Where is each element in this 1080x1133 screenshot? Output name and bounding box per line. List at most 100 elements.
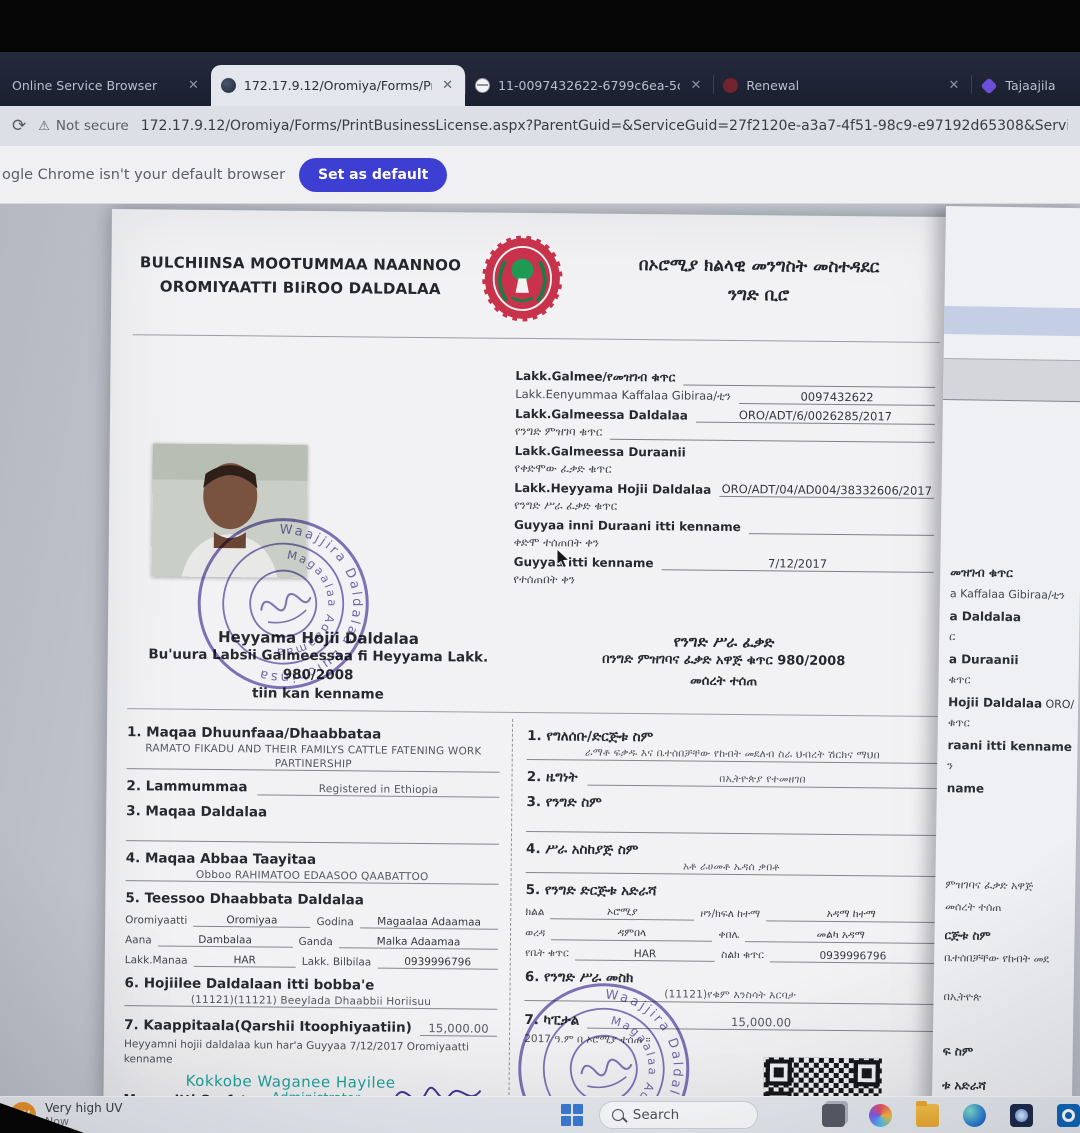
field-value: (11121)(11121) Beeylada Dhaabbii Horiisu… bbox=[124, 993, 497, 1010]
registration-label: Guyyaa inni Duraani itti kenname bbox=[514, 517, 749, 533]
fragment-text: መሰረት ተሰጠ bbox=[945, 900, 1002, 915]
registration-label: የንግድ ምዝገባ ቁጥር bbox=[515, 424, 610, 440]
field-label: 4. ሥራ አስከያጅ ስም bbox=[526, 841, 937, 861]
field-label: 4. Maqaa Abbaa Taayitaa bbox=[126, 850, 499, 870]
field-label: 5. Teessoo Dhaabbata Daldalaa bbox=[125, 890, 498, 910]
registration-label: Lakk.Eenyummaa Kaffalaa Gibiraa/ቲን bbox=[515, 387, 739, 404]
photos-app-icon[interactable] bbox=[1010, 1104, 1033, 1127]
registration-value: ORO/ADT/04/AD004/38332606/2017 bbox=[719, 481, 934, 498]
field-label: 1. Maqaa Dhuunfaaa/Dhaabbataa bbox=[127, 724, 500, 744]
field-label: 2. ዜግነት bbox=[527, 769, 578, 785]
address-label: Aana bbox=[125, 934, 152, 946]
fragment-text: a Daldalaa bbox=[949, 609, 1021, 624]
oromo-column: 1. Maqaa Dhuunfaaa/Dhaabbataa RAMATO FIK… bbox=[123, 715, 512, 1096]
address-label: Lakk.Manaa bbox=[125, 954, 188, 967]
fragment-line: raani itti kenname bbox=[947, 730, 1073, 753]
stamp-arc-text: Waajjira Daldalaa Bulchinsa bbox=[538, 974, 700, 1096]
address-row: Lakk.Manaa HAR Lakk. Bilbilaa 0939996796 bbox=[125, 953, 498, 970]
security-label: Not secure bbox=[56, 118, 129, 134]
fragment-line: ር bbox=[949, 623, 1075, 646]
security-indicator[interactable]: ⚠ Not secure bbox=[38, 118, 128, 134]
start-button[interactable] bbox=[561, 1104, 583, 1126]
tab-tajaajila[interactable]: Tajaajila bbox=[971, 65, 1080, 106]
tab-close-icon[interactable]: ✕ bbox=[688, 78, 703, 93]
svg-text:Waajjira Daldalaa Bulchinsa: Waajjira Daldalaa Bulchinsa bbox=[213, 508, 379, 696]
office-stamp-icon: Waajjira Daldalaa Bulchinsa Magaalaa Ada… bbox=[187, 508, 379, 700]
oromia-trade-bureau-logo-icon bbox=[479, 231, 566, 327]
address-value: Magaalaa Adaamaa bbox=[360, 915, 499, 929]
fragment-text: ፍ ስም bbox=[943, 1044, 974, 1059]
field-row: 2. ዜግነት በኢትዮጵያ የተመዘገበ bbox=[527, 769, 938, 789]
fragment-text: ቁጥር bbox=[948, 673, 970, 687]
address-label: ዞን/ክፍለ ከተማ bbox=[700, 907, 760, 921]
outlook-icon[interactable] bbox=[1057, 1104, 1080, 1127]
globe-favicon bbox=[221, 78, 236, 93]
tab-close-icon[interactable]: ✕ bbox=[440, 78, 455, 93]
address-label: Ganda bbox=[298, 935, 332, 947]
page-content: BULCHIINSA MOOTUMMAA NAANNOO OROMIYAATTI… bbox=[0, 204, 1080, 1096]
address-value: HAR bbox=[194, 953, 296, 967]
infobar-message: ogle Chrome isn't your default browser bbox=[2, 167, 285, 183]
fragment-line: name bbox=[947, 773, 1073, 796]
windows-taskbar: UV Very high UV Now Search bbox=[0, 1096, 1080, 1133]
fragment-lines: መዝገብ ቁጥር a Kaffalaa Gibiraa/ቲን a Daldala… bbox=[942, 558, 1077, 1096]
stamp-arc-text: Waajjira Daldalaa Bulchinsa bbox=[213, 508, 379, 696]
address-row: ወረዳ ዳምበላ ቀበሌ መልካ አዳማ bbox=[525, 926, 936, 944]
taskbar-search[interactable]: Search bbox=[599, 1101, 758, 1129]
fragment-line: በኢትዮጵ bbox=[943, 983, 1069, 1006]
address-row: የቤት ቁጥር HAR ስልክ ቁጥር 0939996796 bbox=[525, 947, 936, 964]
document-header: BULCHIINSA MOOTUMMAA NAANNOO OROMIYAATTI… bbox=[111, 209, 963, 330]
fragment-line: መዝገብ ቁጥር bbox=[950, 558, 1076, 581]
task-view-icon[interactable] bbox=[822, 1104, 845, 1127]
fragment-text: ቱ አድራሻ bbox=[942, 1078, 986, 1094]
address-label: Godina bbox=[317, 916, 354, 928]
address-label: Lakk. Bilbilaa bbox=[302, 956, 372, 969]
tab-close-icon[interactable]: ✕ bbox=[186, 78, 201, 93]
address-row: ክልል ኦሮሚያ ዞን/ክፍለ ከተማ አዳማ ከተማ bbox=[525, 905, 936, 923]
tab-label: Online Service Browser bbox=[12, 78, 178, 93]
tab-close-icon[interactable]: ✕ bbox=[947, 78, 962, 93]
fragment-text: a Kaffalaa Gibiraa/ቲን bbox=[950, 587, 1065, 603]
tab-renewal[interactable]: Renewal ✕ bbox=[713, 65, 971, 106]
qr-code bbox=[763, 1057, 882, 1096]
office-stamp-icon: Waajjira Daldalaa Bulchinsa Magaalaa Ada… bbox=[508, 973, 700, 1096]
address-value: 0939996796 bbox=[377, 955, 498, 969]
registration-numbers-block: Lakk.Galmee/የመዝገብ ቁጥር Lakk.Eenyummaa Kaf… bbox=[513, 365, 935, 591]
tab-print-business-license[interactable]: 172.17.9.12/Oromiya/Forms/Pr ✕ bbox=[211, 65, 465, 106]
address-value: Malka Adaamaa bbox=[339, 935, 498, 950]
qr-finder bbox=[766, 1059, 792, 1085]
tab-online-service-browser[interactable]: Online Service Browser ✕ bbox=[2, 65, 211, 106]
address-bar[interactable]: 172.17.9.12/Oromiya/Forms/PrintBusinessL… bbox=[141, 118, 1068, 134]
tab-label: Renewal bbox=[746, 78, 938, 93]
fragment-line: a Daldalaa bbox=[949, 601, 1075, 624]
globe-favicon bbox=[475, 78, 490, 93]
monitor-bezel-top bbox=[0, 0, 1080, 52]
address-value: ኦሮሚያ bbox=[550, 905, 694, 920]
officer-signature-block: Kokkobe Waganee Hayilee Maqaa Itti Gaafa… bbox=[123, 1069, 497, 1096]
mouse-cursor-icon bbox=[556, 548, 574, 568]
search-label: Search bbox=[633, 1107, 679, 1123]
address-value: Dambalaa bbox=[158, 933, 293, 947]
photographed-screen: Online Service Browser ✕ 172.17.9.12/Oro… bbox=[0, 0, 1080, 1133]
fragment-line: a Kaffalaa Gibiraa/ቲን bbox=[950, 580, 1076, 603]
registration-label: የቀድሞው ፈቃድ ቁጥር bbox=[514, 461, 619, 477]
copilot-icon[interactable] bbox=[869, 1104, 892, 1127]
field-label: 5. የንግድ ድርጅቱ አድራሻ bbox=[526, 882, 937, 902]
highlighted-band bbox=[944, 306, 1080, 336]
address-row: Aana Dambalaa Ganda Malka Adaamaa bbox=[125, 933, 498, 950]
fragment-text: raani itti kenname bbox=[947, 738, 1072, 754]
set-as-default-button[interactable]: Set as default bbox=[299, 158, 447, 192]
edge-browser-icon[interactable] bbox=[963, 1104, 986, 1127]
fragment-text: ር bbox=[949, 630, 955, 644]
reload-icon[interactable]: ⟳ bbox=[12, 116, 26, 136]
field-value: PARTINERSHIP bbox=[127, 756, 500, 773]
field-value: ራማቶ ፍቃዱ እና ቤተሰበቻቸው የከብት መደለብ ስራ ህብረት ሽርክ… bbox=[527, 746, 938, 764]
fragment-text: መዝገብ ቁጥር bbox=[950, 565, 1013, 581]
fragment-line: ቤተሰበቻቸው የከብት መደ bbox=[944, 943, 1070, 966]
file-explorer-icon[interactable] bbox=[916, 1104, 939, 1127]
site-favicon bbox=[981, 77, 998, 94]
tab-service-guid[interactable]: 11-0097432622-6799c6ea-5ce ✕ bbox=[465, 65, 713, 106]
fragment-text: በኢትዮጵ bbox=[943, 990, 981, 1005]
search-icon bbox=[612, 1109, 624, 1121]
taskbar-apps bbox=[822, 1104, 1080, 1127]
